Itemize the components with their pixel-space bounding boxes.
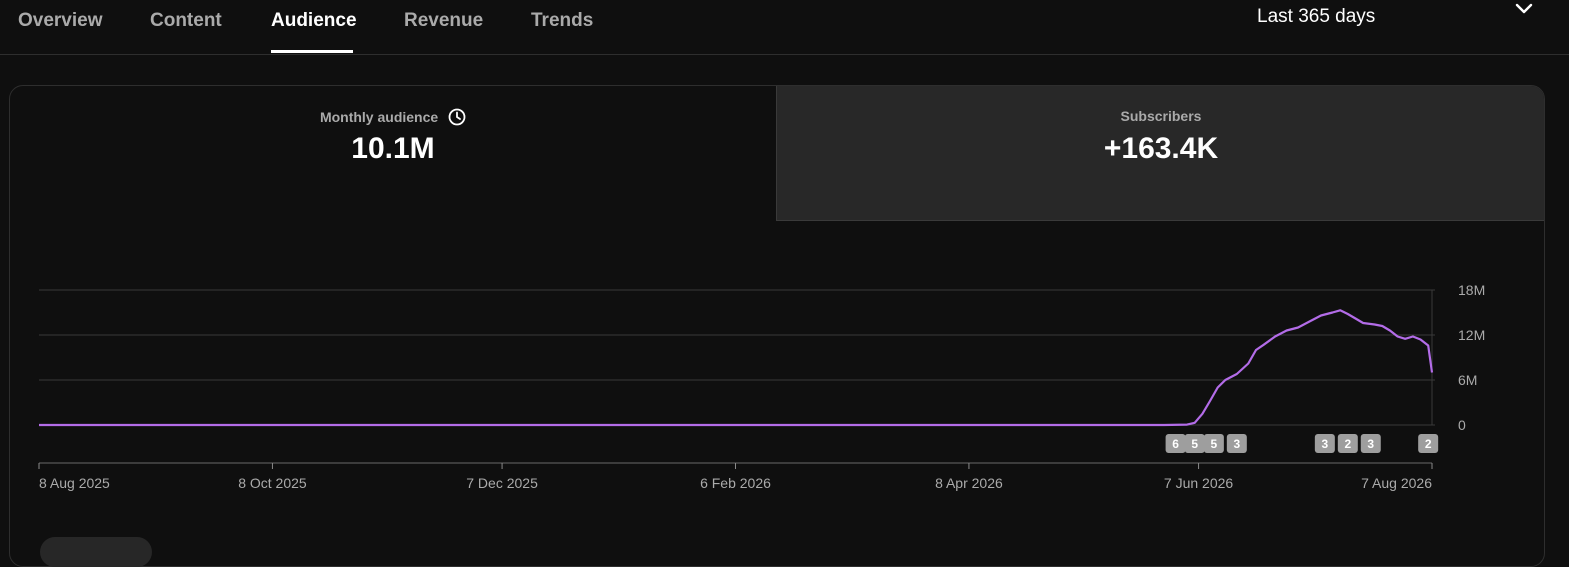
x-tick-label: 7 Aug 2026 [1361, 475, 1432, 491]
video-upload-marker[interactable]: 3 [1226, 434, 1247, 453]
video-upload-marker[interactable]: 5 [1184, 434, 1205, 453]
audience-line-chart: 65533232 06M12M18M8 Aug 2025 8 Oct 2025 7 … [38, 282, 1485, 491]
x-tick-label: 8 Oct 2025 [238, 475, 307, 491]
marker-count: 3 [1367, 437, 1374, 451]
video-upload-marker[interactable]: 5 [1203, 434, 1224, 453]
x-tick-label: 8 Apr 2026 [935, 475, 1003, 491]
video-upload-marker[interactable]: 3 [1314, 434, 1335, 453]
see-more-button[interactable] [40, 537, 152, 567]
video-upload-marker[interactable]: 6 [1165, 434, 1186, 453]
video-upload-marker[interactable]: 3 [1360, 434, 1381, 453]
marker-count: 2 [1425, 437, 1432, 451]
y-tick-label: 6M [1458, 372, 1477, 388]
video-upload-marker[interactable]: 2 [1418, 434, 1439, 453]
y-tick-label: 18M [1458, 282, 1485, 298]
video-upload-marker[interactable]: 2 [1337, 434, 1358, 453]
audience-series-line[interactable] [39, 309, 1434, 427]
marker-count: 2 [1344, 437, 1351, 451]
marker-count: 3 [1322, 437, 1329, 451]
x-tick-label: 6 Feb 2026 [700, 475, 771, 491]
marker-count: 5 [1191, 437, 1198, 451]
marker-count: 5 [1211, 437, 1218, 451]
x-tick-label: 7 Dec 2025 [466, 475, 538, 491]
y-tick-label: 12M [1458, 327, 1485, 343]
x-tick-label: 8 Aug 2025 [39, 475, 110, 491]
x-tick-label: 7 Jun 2026 [1164, 475, 1233, 491]
y-tick-label: 0 [1458, 417, 1466, 433]
marker-count: 6 [1172, 437, 1179, 451]
marker-count: 3 [1233, 437, 1240, 451]
